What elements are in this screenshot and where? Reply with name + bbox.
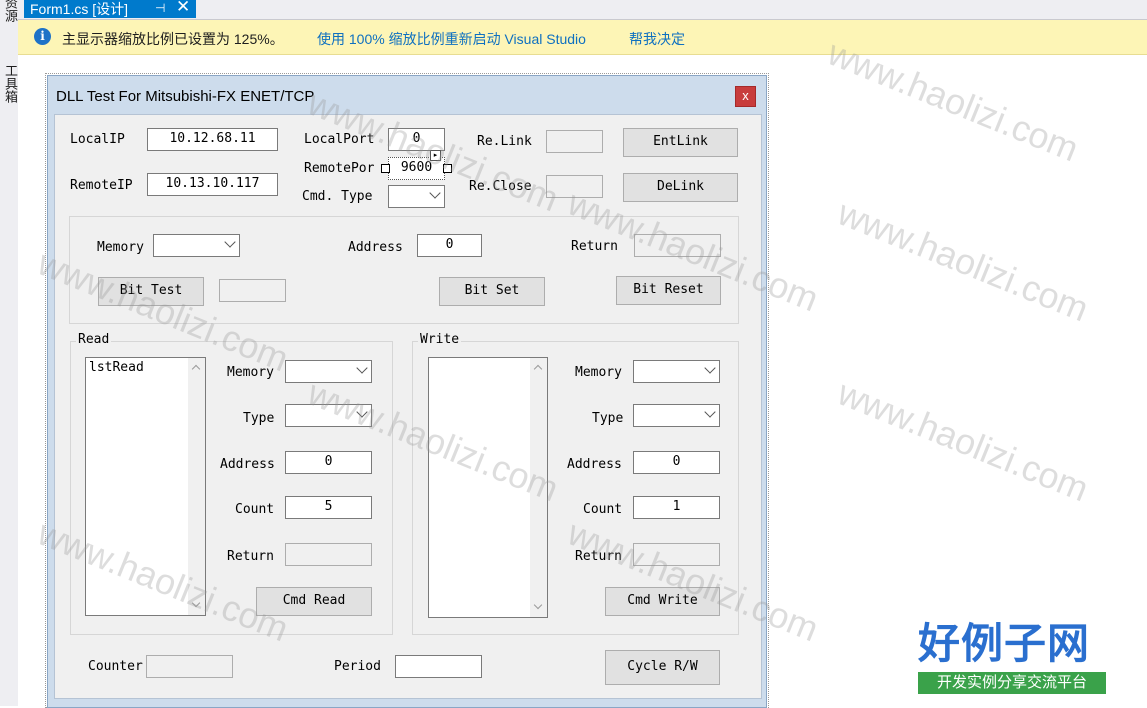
write-group-caption: Write <box>418 332 462 347</box>
cmdtype-dropdown[interactable] <box>388 185 445 208</box>
bit-return-label: Return <box>571 239 618 254</box>
write-listbox[interactable] <box>428 357 548 618</box>
counter-label: Counter <box>88 659 143 674</box>
read-return-label: Return <box>227 549 274 564</box>
scroll-down-icon[interactable] <box>533 600 543 610</box>
tab-title: Form1.cs [设计] <box>30 1 129 17</box>
read-type-label: Type <box>243 411 275 426</box>
chevron-down-icon <box>704 362 716 374</box>
read-memory-dropdown[interactable] <box>285 360 372 383</box>
entlink-button[interactable]: EntLink <box>623 128 738 157</box>
write-type-label: Type <box>592 411 624 426</box>
write-count-label: Count <box>583 502 623 517</box>
localport-input[interactable]: 0 <box>388 128 445 151</box>
write-return-label: Return <box>575 549 622 564</box>
read-type-dropdown[interactable] <box>285 404 372 427</box>
write-return-output <box>633 543 720 566</box>
chevron-down-icon <box>429 187 441 199</box>
form-close-button[interactable]: x <box>735 86 756 107</box>
chevron-down-icon <box>356 362 368 374</box>
period-input[interactable] <box>395 655 482 678</box>
logo-subtitle: 开发实例分享交流平台 <box>918 672 1106 694</box>
bit-memory-label: Memory <box>97 240 144 255</box>
info-message: 主显示器缩放比例已设置为 125%。 <box>62 31 284 47</box>
period-label: Period <box>334 659 381 674</box>
resize-handle-right[interactable] <box>443 164 452 173</box>
restart-link[interactable]: 使用 100% 缩放比例重新启动 Visual Studio <box>317 29 586 49</box>
read-list-scrollbar[interactable] <box>188 358 205 615</box>
form-client-area: LocalIP 10.12.68.11 RemoteIP 10.13.10.11… <box>54 114 762 699</box>
write-list-scrollbar[interactable] <box>530 358 547 617</box>
bit-group <box>69 216 739 324</box>
cycle-rw-button[interactable]: Cycle R/W <box>605 650 720 685</box>
reclose-output <box>546 175 603 198</box>
chevron-down-icon <box>224 236 236 248</box>
remoteip-label: RemoteIP <box>70 178 133 193</box>
sidebar-tab-toolbox[interactable]: 工具箱 <box>1 64 18 103</box>
remoteip-input[interactable]: 10.13.10.117 <box>147 173 278 196</box>
read-address-input[interactable]: 0 <box>285 451 372 474</box>
scroll-up-icon[interactable] <box>533 364 543 374</box>
help-decide-link[interactable]: 帮我决定 <box>629 29 685 49</box>
write-memory-dropdown[interactable] <box>633 360 720 383</box>
read-listbox[interactable]: lstRead <box>85 357 206 616</box>
bit-test-output <box>219 279 286 302</box>
bit-reset-button[interactable]: Bit Reset <box>616 276 721 305</box>
read-memory-label: Memory <box>227 365 274 380</box>
close-icon[interactable]: ✕ <box>176 0 190 16</box>
bit-memory-dropdown[interactable] <box>153 234 240 257</box>
write-address-input[interactable]: 0 <box>633 451 720 474</box>
info-icon: i <box>34 28 51 45</box>
localip-input[interactable]: 10.12.68.11 <box>147 128 278 151</box>
write-address-label: Address <box>567 457 622 472</box>
bit-address-label: Address <box>348 240 403 255</box>
bit-test-button[interactable]: Bit Test <box>98 277 204 306</box>
form-title: DLL Test For Mitsubishi-FX ENET/TCP <box>56 88 315 105</box>
cmdtype-label: Cmd. Type <box>302 189 373 204</box>
list-item[interactable]: lstRead <box>89 360 144 375</box>
localport-label: LocalPort <box>304 132 375 147</box>
logo-title: 好例子网 <box>918 619 1091 668</box>
sidebar-tab-resources[interactable]: 资源 <box>1 0 18 22</box>
read-count-input[interactable]: 5 <box>285 496 372 519</box>
relink-output <box>546 130 603 153</box>
relink-label: Re.Link <box>477 134 532 149</box>
chevron-down-icon <box>704 406 716 418</box>
resize-handle-left[interactable] <box>381 164 390 173</box>
delink-button[interactable]: DeLink <box>623 173 738 202</box>
read-return-output <box>285 543 372 566</box>
reclose-label: Re.Close <box>469 179 532 194</box>
bit-address-input[interactable]: 0 <box>417 234 482 257</box>
cmd-read-button[interactable]: Cmd Read <box>256 587 372 616</box>
site-logo: 好例子网 开发实例分享交流平台 <box>914 620 1106 696</box>
form-window[interactable]: DLL Test For Mitsubishi-FX ENET/TCP x Lo… <box>47 75 767 708</box>
remoteport-label: RemotePor <box>304 161 375 176</box>
localip-label: LocalIP <box>70 132 125 147</box>
scroll-down-icon[interactable] <box>191 598 201 608</box>
read-group-caption: Read <box>76 332 112 347</box>
side-toolbar: 资源 工具箱 <box>0 0 19 706</box>
write-count-input[interactable]: 1 <box>633 496 720 519</box>
bit-return-output <box>634 234 721 257</box>
read-count-label: Count <box>235 502 275 517</box>
pin-icon[interactable]: ⊣ <box>155 0 165 17</box>
write-memory-label: Memory <box>575 365 622 380</box>
tab-form1-design[interactable]: Form1.cs [设计] ⊣ ✕ <box>24 0 196 18</box>
read-address-label: Address <box>220 457 275 472</box>
cmd-write-button[interactable]: Cmd Write <box>605 587 720 616</box>
smart-tag-icon[interactable]: ▸ <box>430 150 441 161</box>
info-bar: i 主显示器缩放比例已设置为 125%。 使用 100% 缩放比例重新启动 Vi… <box>18 20 1147 55</box>
counter-output <box>146 655 233 678</box>
bit-set-button[interactable]: Bit Set <box>439 277 545 306</box>
chevron-down-icon <box>356 406 368 418</box>
scroll-up-icon[interactable] <box>191 364 201 374</box>
write-type-dropdown[interactable] <box>633 404 720 427</box>
